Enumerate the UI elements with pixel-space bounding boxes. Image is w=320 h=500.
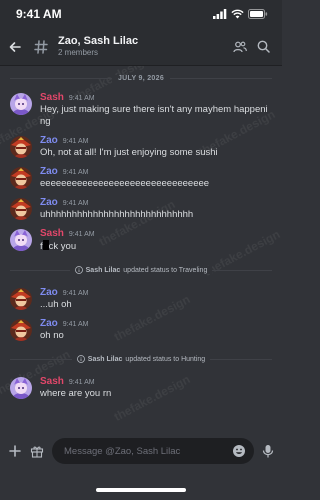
author-name[interactable]: Zao [40, 135, 58, 146]
message-text-suffix: ck you [48, 241, 77, 252]
author-name[interactable]: Sash [40, 376, 64, 387]
avatar-zao[interactable] [10, 288, 32, 310]
message[interactable]: Zao 9:41 AM oh no [0, 318, 282, 342]
system-event-text: updated status to Traveling [123, 266, 208, 274]
message-body: Sash 9:41 AM Hey, just making sure there… [40, 92, 272, 128]
info-icon [76, 355, 85, 363]
message-text: oh no [40, 330, 64, 341]
message[interactable]: Zao 9:41 AM ...uh oh [0, 287, 282, 311]
message-body: Zao 9:41 AM eeeeeeeeeeeeeeeeeeeeeeeeeeee… [40, 166, 272, 190]
hash-icon [30, 39, 52, 54]
timestamp: 9:41 AM [62, 138, 89, 145]
message-body: Zao 9:41 AM Oh, not at all! I'm just enj… [40, 135, 272, 159]
status-time: 9:41 AM [16, 7, 62, 21]
message-text: uhhhhhhhhhhhhhhhhhhhhhhhhhhhh [40, 209, 194, 220]
message-body: Sash 9:41 AM where are you rn [40, 376, 272, 400]
message-text: f ck you [40, 240, 272, 253]
channel-title: Zao, Sash Lilac [58, 35, 139, 47]
back-arrow-icon [9, 41, 21, 52]
back-button[interactable] [0, 28, 30, 66]
system-event-name[interactable]: Sash Lilac [88, 356, 123, 363]
microphone-icon[interactable] [262, 444, 274, 458]
date-divider: JULY 9, 2026 [10, 68, 272, 88]
author-name[interactable]: Sash [40, 228, 64, 239]
status-bar: 9:41 AM [0, 0, 282, 28]
message[interactable]: Sash 9:41 AM f ck you [0, 228, 282, 253]
avatar-zao[interactable] [10, 136, 32, 158]
avatar-sash[interactable] [10, 377, 32, 399]
message[interactable]: Zao 9:41 AM Oh, not at all! I'm just enj… [0, 135, 282, 159]
home-indicator[interactable] [96, 488, 186, 492]
plus-icon[interactable] [8, 444, 22, 458]
avatar-zao[interactable] [10, 167, 32, 189]
message-body: Zao 9:41 AM oh no [40, 318, 272, 342]
battery-icon [248, 9, 268, 19]
message-text: eeeeeeeeeeeeeeeeeeeeeeeeeeeeeeee [40, 178, 210, 189]
channel-header: Zao, Sash Lilac 2 members [0, 28, 282, 66]
message[interactable]: Sash 9:41 AM where are you rn [0, 376, 282, 400]
signal-icon [213, 9, 227, 19]
timestamp: 9:41 AM [62, 321, 89, 328]
bottom-safe-area [0, 466, 282, 500]
header-actions [233, 40, 282, 54]
message[interactable]: Zao 9:41 AM eeeeeeeeeeeeeeeeeeeeeeeeeeee… [0, 166, 282, 190]
author-name[interactable]: Zao [40, 287, 58, 298]
message[interactable]: Sash 9:41 AM Hey, just making sure there… [0, 92, 282, 128]
date-label: JULY 9, 2026 [111, 74, 171, 82]
system-event: Sash Lilac updated status to Traveling [10, 259, 272, 281]
message-list[interactable]: thefake.design thefake.design thefake.de… [0, 66, 282, 436]
timestamp: 9:41 AM [62, 200, 89, 207]
status-icons [213, 9, 268, 19]
timestamp: 9:41 AM [68, 379, 95, 386]
message-text: ...uh oh [40, 299, 72, 310]
header-text: Zao, Sash Lilac 2 members [52, 35, 233, 58]
message-input[interactable] [52, 438, 254, 464]
avatar-sash[interactable] [10, 229, 32, 251]
message-body: Sash 9:41 AM f ck you [40, 228, 272, 253]
author-name[interactable]: Zao [40, 318, 58, 329]
avatar-zao[interactable] [10, 319, 32, 341]
timestamp: 9:41 AM [68, 95, 95, 102]
message-text: Oh, not at all! I'm just enjoying some s… [40, 147, 218, 158]
emoji-icon[interactable] [232, 444, 246, 458]
avatar-zao[interactable] [10, 198, 32, 220]
author-name[interactable]: Sash [40, 92, 64, 103]
wifi-icon [231, 9, 244, 19]
timestamp: 9:41 AM [68, 231, 95, 238]
info-icon [74, 266, 83, 274]
search-icon[interactable] [257, 40, 270, 53]
author-name[interactable]: Zao [40, 166, 58, 177]
system-event-name[interactable]: Sash Lilac [86, 267, 121, 274]
system-event: Sash Lilac updated status to Hunting [10, 348, 272, 370]
members-icon[interactable] [233, 40, 247, 54]
timestamp: 9:41 AM [62, 290, 89, 297]
message-body: Zao 9:41 AM uhhhhhhhhhhhhhhhhhhhhhhhhhhh… [40, 197, 272, 221]
message-text: Hey, just making sure there isn't any ma… [40, 104, 268, 127]
timestamp: 9:41 AM [62, 169, 89, 176]
message[interactable]: Zao 9:41 AM uhhhhhhhhhhhhhhhhhhhhhhhhhhh… [0, 197, 282, 221]
composer [0, 436, 282, 466]
gift-icon[interactable] [30, 444, 44, 458]
message-input-wrap [52, 438, 254, 464]
system-event-text: updated status to Hunting [125, 355, 206, 363]
member-count: 2 members [58, 48, 99, 57]
message-body: Zao 9:41 AM ...uh oh [40, 287, 272, 311]
author-name[interactable]: Zao [40, 197, 58, 208]
avatar-sash[interactable] [10, 93, 32, 115]
message-text: where are you rn [40, 388, 112, 399]
